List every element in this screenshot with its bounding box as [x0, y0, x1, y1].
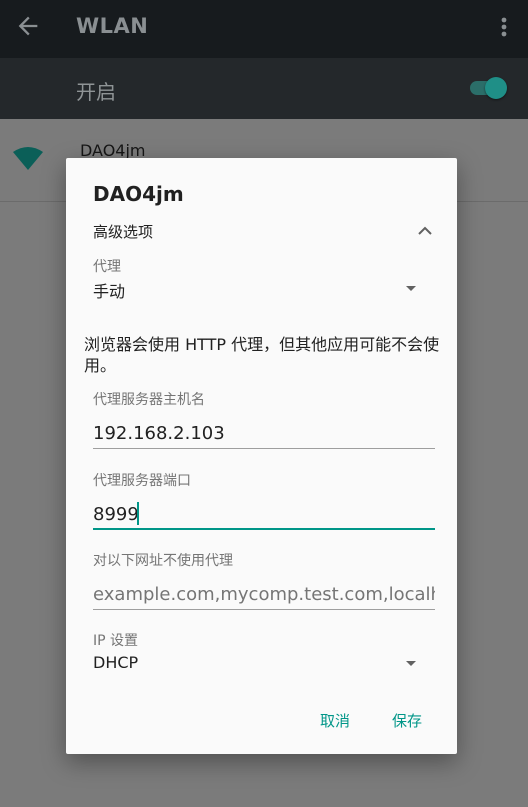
toggle-thumb — [485, 77, 507, 99]
network-dialog: DAO4jm 高级选项 代理 手动 浏览器会使用 HTTP 代理，但其他应用可能… — [66, 158, 457, 754]
host-underline — [93, 448, 435, 449]
cancel-button[interactable]: 取消 — [320, 710, 350, 731]
proxy-note: 浏览器会使用 HTTP 代理，但其他应用可能不会使用。 — [84, 335, 440, 375]
wifi-switch-label: 开启 — [76, 80, 116, 104]
proxy-port-input[interactable] — [93, 502, 318, 526]
chevron-up-icon[interactable] — [416, 222, 434, 240]
back-arrow-icon[interactable] — [14, 12, 42, 40]
proxy-label: 代理 — [93, 259, 121, 275]
wifi-toggle[interactable] — [468, 77, 510, 99]
bypass-underline — [93, 609, 435, 610]
ip-settings-label: IP 设置 — [93, 633, 139, 649]
ip-settings-select[interactable]: DHCP — [93, 653, 138, 672]
text-caret — [137, 502, 139, 525]
port-underline — [93, 528, 435, 530]
dialog-title: DAO4jm — [93, 182, 184, 206]
more-vert-icon[interactable] — [494, 14, 514, 40]
page-title: WLAN — [76, 14, 149, 38]
host-label: 代理服务器主机名 — [93, 392, 205, 408]
proxy-host-input[interactable] — [93, 421, 435, 445]
dropdown-arrow-icon[interactable] — [406, 286, 416, 291]
bypass-input[interactable] — [93, 582, 435, 606]
port-label: 代理服务器端口 — [93, 473, 191, 489]
proxy-select[interactable]: 手动 — [93, 278, 125, 302]
dropdown-arrow-icon[interactable] — [406, 661, 416, 666]
app-bar: WLAN — [0, 0, 528, 58]
save-button[interactable]: 保存 — [392, 710, 422, 731]
advanced-options-label[interactable]: 高级选项 — [93, 221, 153, 242]
wifi-signal-icon — [13, 147, 43, 170]
bypass-label: 对以下网址不使用代理 — [93, 553, 233, 569]
